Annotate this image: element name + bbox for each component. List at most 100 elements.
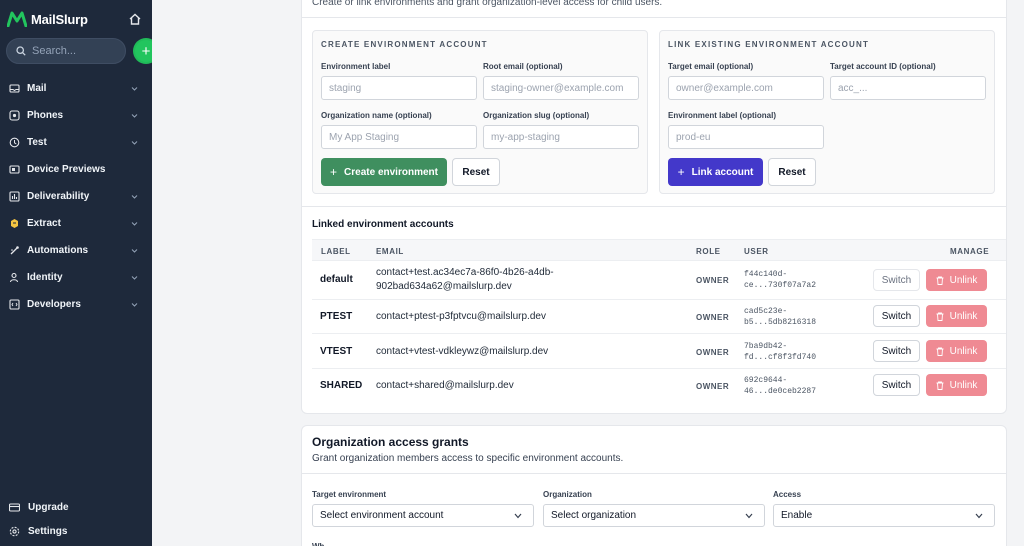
sidebar-item-label: Identity [27, 272, 63, 283]
link-environment-label-input[interactable] [668, 125, 824, 149]
phone-icon [9, 110, 20, 121]
row-email: contact+ptest-p3fptvcu@mailslurp.dev [376, 311, 546, 322]
sidebar-item-label: Deliverability [27, 191, 90, 202]
card-icon [9, 502, 20, 512]
root-email-label: Root email (optional) [483, 62, 563, 71]
brand[interactable]: MailSlurp [7, 9, 88, 29]
unlink-button[interactable]: Unlink [926, 374, 987, 396]
target-email-input[interactable] [668, 76, 824, 100]
test-icon [9, 137, 20, 148]
sidebar-item-phones[interactable]: Phones [0, 102, 152, 129]
sidebar-settings[interactable]: Settings [9, 523, 67, 539]
switch-button[interactable]: Switch [873, 374, 920, 396]
organization-select[interactable]: Select organization [543, 504, 765, 527]
target-environment-select[interactable]: Select environment account [312, 504, 534, 527]
extract-icon [11, 219, 18, 228]
row-role: OWNER [696, 382, 730, 391]
settings-label: Settings [28, 525, 68, 537]
trash-icon [936, 347, 944, 356]
table-row: VTEST contact+vtest-vdkleywz@mailslurp.d… [312, 334, 1006, 369]
switch-label: Switch [881, 345, 912, 357]
target-environment-label: Target environment [312, 490, 387, 499]
switch-button[interactable]: Switch [873, 340, 920, 362]
target-account-id-input[interactable] [830, 76, 986, 100]
column-manage: MANAGE [950, 247, 990, 256]
plus-icon: + [677, 165, 685, 179]
target-account-id-label: Target account ID (optional) [830, 62, 936, 71]
organization-label: Organization [543, 490, 592, 499]
organization-name-input[interactable] [321, 125, 477, 149]
unlink-button[interactable]: Unlink [926, 340, 987, 362]
target-environment-value: Select environment account [320, 510, 444, 521]
sidebar-item-label: Developers [27, 299, 81, 310]
organization-slug-label: Organization slug (optional) [483, 111, 590, 120]
root-email-input[interactable] [483, 76, 639, 100]
table-row: PTEST contact+ptest-p3fptvcu@mailslurp.d… [312, 300, 1006, 334]
mailslurp-logo-icon [7, 11, 27, 27]
cut-off-field-label: Wh [312, 542, 324, 546]
sidebar-item-automations[interactable]: Automations [0, 237, 152, 264]
chevron-down-icon [131, 195, 138, 199]
link-environment-label-label: Environment label (optional) [668, 111, 777, 120]
identity-icon [9, 272, 19, 283]
unlink-button[interactable]: Unlink [926, 305, 987, 327]
sidebar-upgrade[interactable]: Upgrade [9, 499, 69, 515]
column-user: USER [744, 247, 769, 256]
unlink-label: Unlink [949, 345, 978, 357]
environment-label-input[interactable] [321, 76, 477, 100]
sidebar-item-developers[interactable]: Developers [0, 291, 152, 318]
link-account-label: Link account [691, 166, 754, 178]
link-account-button[interactable]: + Link account [668, 158, 763, 186]
search-input[interactable] [32, 45, 116, 57]
sidebar-item-device-previews[interactable]: Device Previews [0, 156, 152, 183]
create-environment-label: Create environment [344, 166, 438, 178]
chevron-down-icon [131, 249, 138, 253]
plus-icon: + [330, 165, 338, 179]
sidebar-item-label: Mail [27, 83, 47, 94]
switch-button[interactable]: Switch [873, 269, 920, 291]
link-reset-button[interactable]: Reset [768, 158, 816, 186]
create-reset-button[interactable]: Reset [452, 158, 500, 186]
sidebar-item-test[interactable]: Test [0, 129, 152, 156]
row-user-line1: f44c140d- [744, 270, 788, 279]
row-email: contact+test.ac34ec7a-86f0-4b26-a4db-902… [376, 267, 554, 292]
organization-slug-input[interactable] [483, 125, 639, 149]
chevron-down-icon [975, 513, 983, 519]
grants-title: Organization access grants [312, 435, 469, 449]
row-email: contact+shared@mailslurp.dev [376, 380, 514, 391]
access-select[interactable]: Enable [773, 504, 995, 527]
sidebar-item-label: Test [27, 137, 47, 148]
chevron-down-icon [131, 276, 138, 280]
sidebar-item-extract[interactable]: Extract [0, 210, 152, 237]
switch-label: Switch [881, 274, 912, 286]
sidebar-item-deliverability[interactable]: Deliverability [0, 183, 152, 210]
column-label: LABEL [321, 247, 351, 256]
switch-label: Switch [881, 310, 912, 322]
target-email-label: Target email (optional) [668, 62, 754, 71]
create-environment-button[interactable]: + Create environment [321, 158, 447, 186]
switch-button[interactable]: Switch [873, 305, 920, 327]
row-user-line1: 7ba9db42- [744, 342, 788, 351]
grants-description: Grant organization members access to spe… [312, 453, 624, 464]
reset-label: Reset [778, 166, 806, 178]
sidebar-item-label: Device Previews [27, 164, 106, 175]
sidebar-item-mail[interactable]: Mail [0, 75, 152, 102]
search-box[interactable] [6, 38, 126, 64]
trash-icon [936, 381, 944, 390]
sidebar-item-identity[interactable]: Identity [0, 264, 152, 291]
row-label: SHARED [320, 380, 363, 391]
chevron-down-icon [745, 513, 753, 519]
chevron-down-icon [131, 87, 138, 91]
access-value: Enable [781, 510, 813, 521]
link-environment-title: LINK EXISTING ENVIRONMENT ACCOUNT [668, 40, 870, 49]
upgrade-label: Upgrade [28, 501, 69, 513]
unlink-button[interactable]: Unlink [926, 269, 987, 291]
home-icon[interactable] [128, 12, 142, 26]
automation-icon [10, 246, 19, 255]
gear-icon [9, 526, 20, 536]
reset-label: Reset [462, 166, 490, 178]
environment-label-label: Environment label [321, 62, 391, 71]
row-label: VTEST [320, 346, 353, 357]
row-label: default [320, 274, 353, 285]
unlink-label: Unlink [949, 379, 978, 391]
